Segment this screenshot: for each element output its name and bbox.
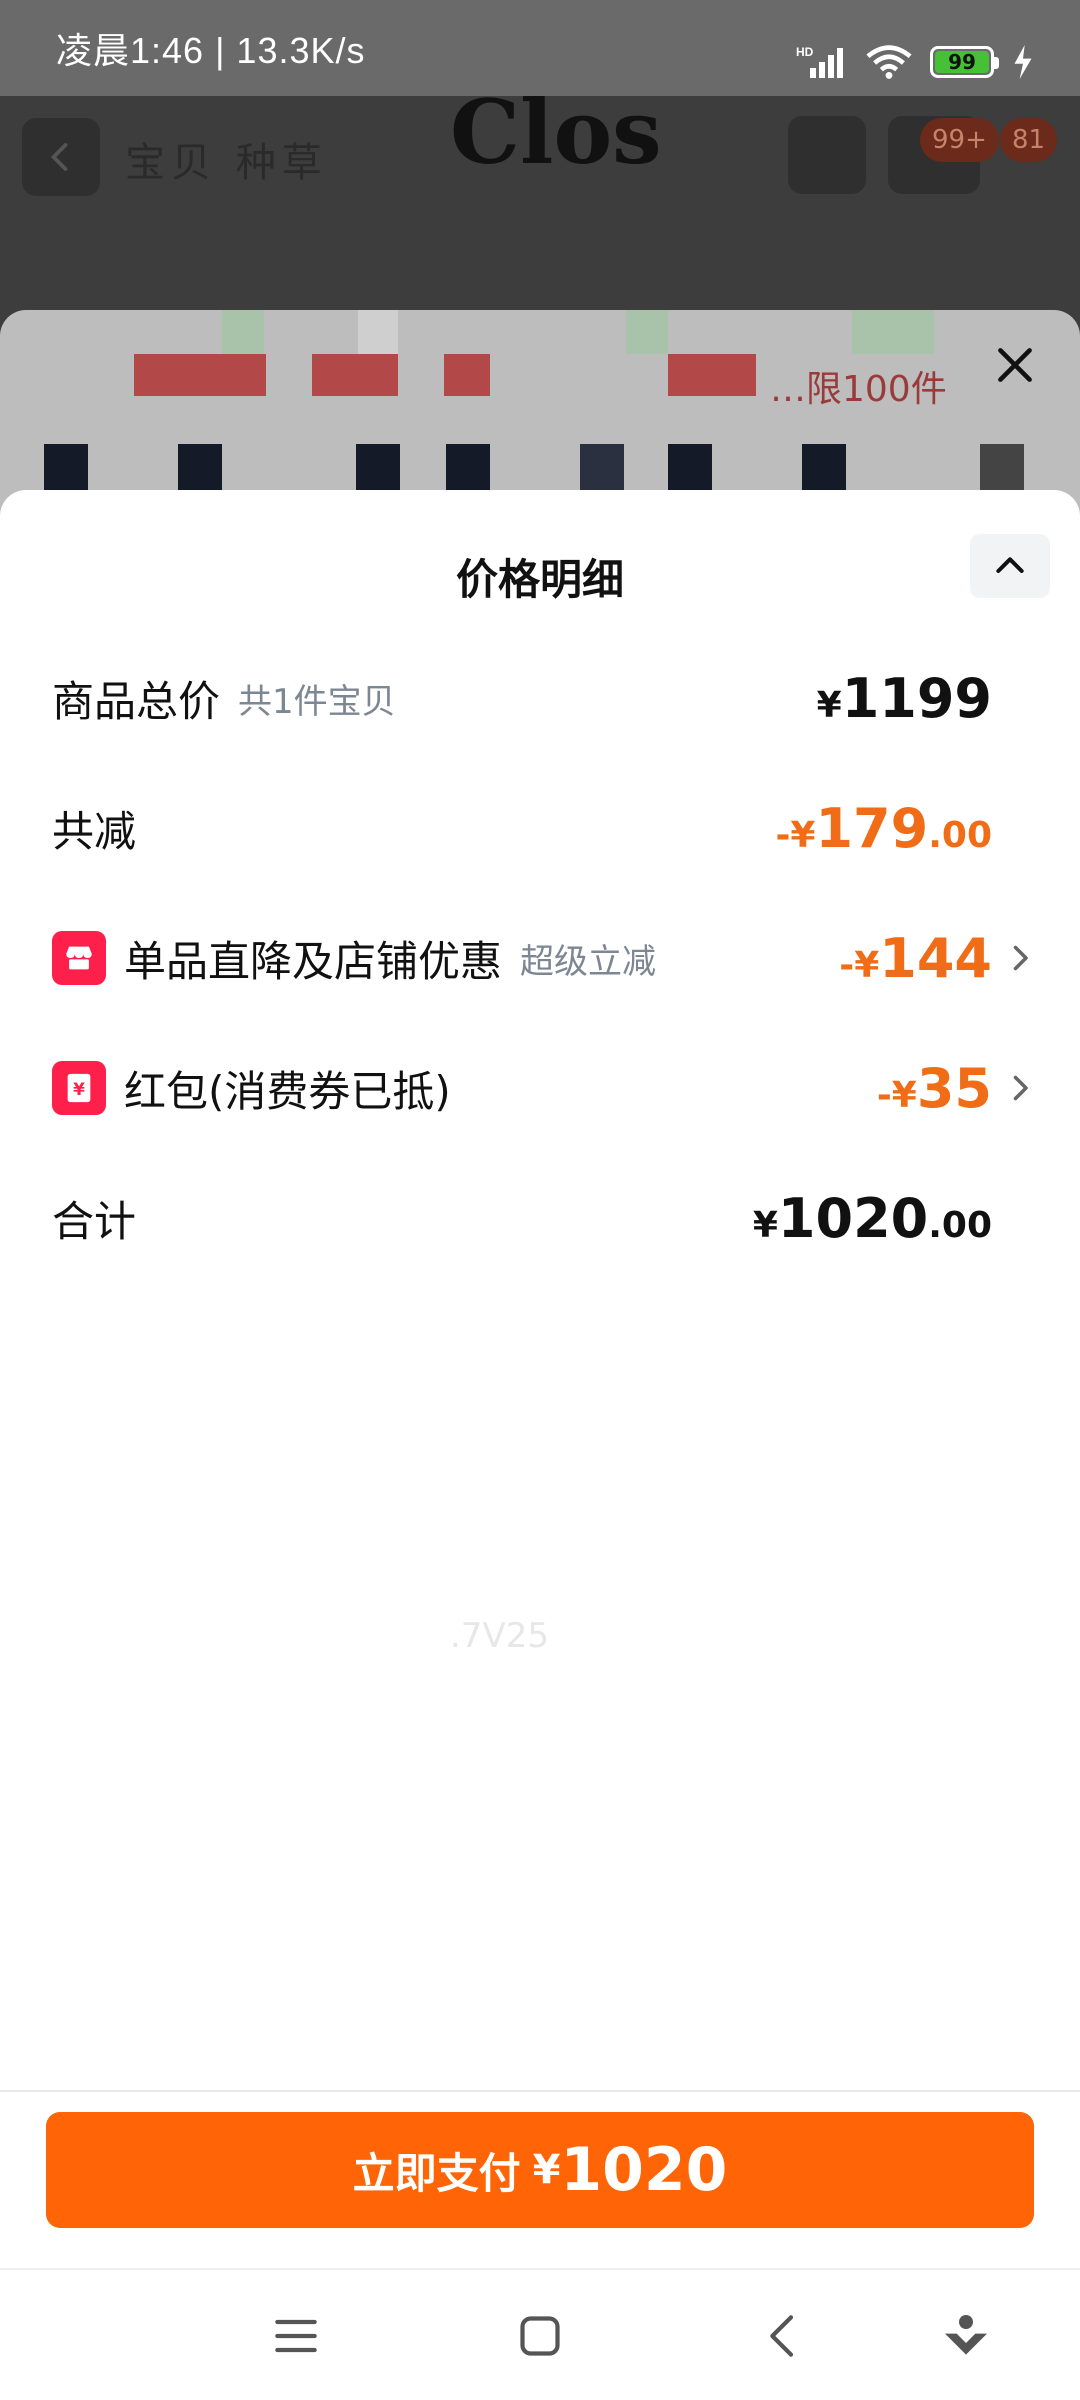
amount-integer: 179 [815,796,929,860]
amount-integer: 1020 [777,1186,929,1250]
bg-limit-text: …限100件 [770,369,947,410]
collapse-button[interactable] [970,534,1050,598]
svg-text:¥: ¥ [73,1080,85,1100]
menu-icon[interactable] [268,2308,324,2364]
row-label: 共减 [52,806,137,856]
bg-cart-badge: 99+ [920,118,999,162]
row-value: ¥ 1199 [817,667,992,730]
signal-icon: HD [796,45,843,78]
watermark-text: .7V25 [450,1616,549,1656]
assistant-icon[interactable] [938,2308,994,2364]
svg-text:HD: HD [796,45,814,59]
shop-icon [52,931,106,985]
back-icon[interactable] [756,2308,812,2364]
battery-icon: 99 [930,46,999,78]
status-time: 凌晨1:46 | 13.3K/s [56,30,366,71]
charging-icon [1014,45,1032,79]
pay-amount: 1020 [560,2135,728,2205]
price-row-total-discount: 共减 -¥ 179 .00 [52,788,1028,868]
currency-symbol: -¥ [839,944,880,986]
pay-currency-symbol: ¥ [532,2147,561,2193]
row-value: -¥ 144 [839,927,992,990]
home-icon[interactable] [512,2308,568,2364]
row-label: 单品直降及店铺优惠 [124,936,503,986]
currency-symbol: -¥ [775,814,816,856]
amount-decimal: .00 [928,814,992,856]
red-envelope-icon: ¥ [52,1061,106,1115]
row-value: -¥ 179 .00 [775,797,992,860]
battery-level: 99 [948,50,976,74]
chevron-up-icon [996,557,1024,573]
pay-now-button[interactable]: 立即支付 ¥ 1020 [46,2112,1034,2228]
currency-symbol: ¥ [752,1204,778,1246]
currency-symbol: -¥ [876,1074,917,1116]
row-value: -¥ 35 [877,1057,992,1120]
bg-share-button [788,116,866,194]
row-label: 红包(消费券已抵) [124,1066,451,1116]
bg-back-button [22,118,100,196]
price-row-red-envelope[interactable]: ¥ 红包(消费券已抵) -¥ 35 [52,1048,1028,1128]
row-value: ¥ 1020 .00 [753,1187,992,1250]
amount-decimal: .00 [928,1204,992,1246]
status-bar: 凌晨1:46 | 13.3K/s HD 99 [0,0,1080,96]
amount-integer: 35 [916,1056,992,1120]
back-icon [50,143,68,171]
sheet-title: 价格明细 [455,555,624,604]
price-row-grand-total: 合计 ¥ 1020 .00 [52,1178,1028,1258]
system-nav-bar [0,2268,1080,2400]
bottom-divider [0,2090,1080,2092]
row-sub: 共1件宝贝 [238,681,396,722]
chevron-right-icon [1013,1075,1028,1101]
currency-symbol: ¥ [816,684,842,726]
amount-integer: 1199 [841,666,992,730]
wifi-icon [866,45,912,79]
bg-close-icon [998,348,1032,382]
row-label: 合计 [52,1196,137,1246]
bg-tabs: 宝贝 种草 [125,140,328,186]
price-row-store-discount[interactable]: 单品直降及店铺优惠 超级立减 -¥ 144 [52,918,1028,998]
bg-message-badge: 81 [1000,118,1058,162]
pay-button-label: 立即支付 [352,2148,521,2198]
amount-integer: 144 [879,926,992,990]
chevron-right-icon [1013,945,1028,971]
price-row-total-goods: 商品总价 共1件宝贝 ¥ 1199 [52,658,1028,738]
status-icons: HD 99 [796,44,1034,80]
row-sub: 超级立减 [520,941,657,982]
row-label: 商品总价 [52,676,221,726]
